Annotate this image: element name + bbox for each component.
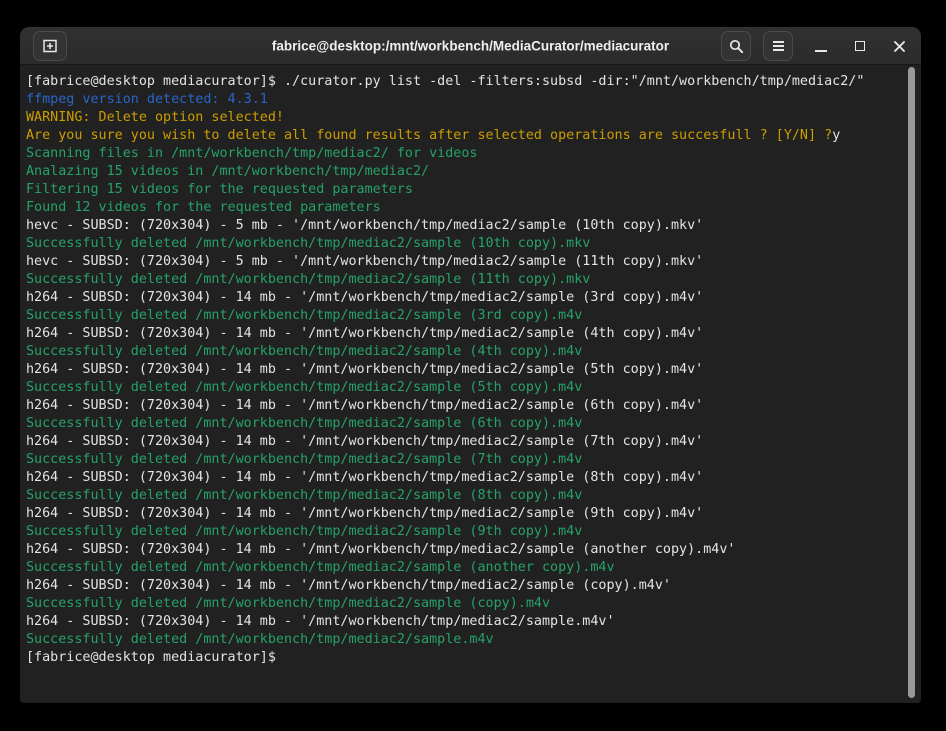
terminal-screen[interactable]: [fabrice@desktop mediacurator]$ ./curato… [20, 66, 921, 703]
terminal-line: Successfully deleted /mnt/workbench/tmp/… [26, 307, 901, 325]
terminal-line: hevc - SUBSD: (720x304) - 5 mb - '/mnt/w… [26, 217, 901, 235]
new-tab-button[interactable] [33, 31, 67, 61]
terminal-line: h264 - SUBSD: (720x304) - 14 mb - '/mnt/… [26, 577, 901, 595]
maximize-button[interactable] [848, 33, 872, 59]
terminal-output: [fabrice@desktop mediacurator]$ ./curato… [26, 73, 901, 667]
terminal-line: Successfully deleted /mnt/workbench/tmp/… [26, 271, 901, 289]
menu-button[interactable] [763, 31, 793, 61]
terminal-line: Successfully deleted /mnt/workbench/tmp/… [26, 343, 901, 361]
terminal-line: Found 12 videos for the requested parame… [26, 199, 901, 217]
terminal-line: Successfully deleted /mnt/workbench/tmp/… [26, 523, 901, 541]
terminal-line: Scanning files in /mnt/workbench/tmp/med… [26, 145, 901, 163]
terminal-line: Successfully deleted /mnt/workbench/tmp/… [26, 631, 901, 649]
terminal-line: Are you sure you wish to delete all foun… [26, 127, 901, 145]
terminal-line: [fabrice@desktop mediacurator]$ [26, 649, 901, 667]
terminal-line: Successfully deleted /mnt/workbench/tmp/… [26, 559, 901, 577]
minimize-button[interactable] [809, 33, 833, 59]
terminal-line: [fabrice@desktop mediacurator]$ ./curato… [26, 73, 901, 91]
maximize-icon [855, 41, 865, 51]
terminal-line: h264 - SUBSD: (720x304) - 14 mb - '/mnt/… [26, 433, 901, 451]
terminal-line: h264 - SUBSD: (720x304) - 14 mb - '/mnt/… [26, 469, 901, 487]
terminal-line: h264 - SUBSD: (720x304) - 14 mb - '/mnt/… [26, 541, 901, 559]
window-title: fabrice@desktop:/mnt/workbench/MediaCura… [272, 38, 669, 53]
close-button[interactable] [887, 33, 911, 59]
terminal-line: Successfully deleted /mnt/workbench/tmp/… [26, 451, 901, 469]
terminal-line: Successfully deleted /mnt/workbench/tmp/… [26, 415, 901, 433]
close-icon [893, 40, 906, 53]
search-icon [729, 39, 744, 54]
terminal-line: Filtering 15 videos for the requested pa… [26, 181, 901, 199]
terminal-line: Successfully deleted /mnt/workbench/tmp/… [26, 595, 901, 613]
terminal-line: h264 - SUBSD: (720x304) - 14 mb - '/mnt/… [26, 361, 901, 379]
terminal-line: h264 - SUBSD: (720x304) - 14 mb - '/mnt/… [26, 505, 901, 523]
terminal-line: Analazing 15 videos in /mnt/workbench/tm… [26, 163, 901, 181]
search-button[interactable] [721, 31, 751, 61]
terminal-window: fabrice@desktop:/mnt/workbench/MediaCura… [20, 27, 921, 703]
terminal-line: h264 - SUBSD: (720x304) - 14 mb - '/mnt/… [26, 397, 901, 415]
new-tab-icon [41, 38, 59, 54]
terminal-line: hevc - SUBSD: (720x304) - 5 mb - '/mnt/w… [26, 253, 901, 271]
terminal-line: Successfully deleted /mnt/workbench/tmp/… [26, 379, 901, 397]
hamburger-menu-icon [772, 40, 785, 52]
terminal-line: h264 - SUBSD: (720x304) - 14 mb - '/mnt/… [26, 289, 901, 307]
terminal-line: h264 - SUBSD: (720x304) - 14 mb - '/mnt/… [26, 325, 901, 343]
minimize-icon [815, 50, 827, 52]
terminal-line: WARNING: Delete option selected! [26, 109, 901, 127]
terminal-line: Successfully deleted /mnt/workbench/tmp/… [26, 487, 901, 505]
terminal-line: ffmpeg version detected: 4.3.1 [26, 91, 901, 109]
scrollbar-thumb[interactable] [908, 67, 915, 698]
terminal-line: h264 - SUBSD: (720x304) - 14 mb - '/mnt/… [26, 613, 901, 631]
terminal-line: Successfully deleted /mnt/workbench/tmp/… [26, 235, 901, 253]
titlebar[interactable]: fabrice@desktop:/mnt/workbench/MediaCura… [20, 27, 921, 65]
